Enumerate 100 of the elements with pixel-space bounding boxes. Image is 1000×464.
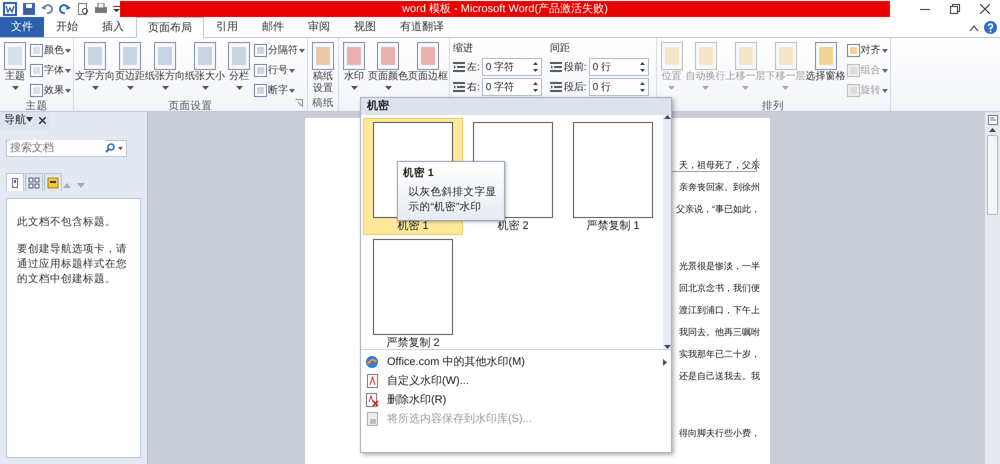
ribbon-button[interactable]: 对齐 <box>846 41 889 60</box>
caret-icon[interactable] <box>118 146 123 150</box>
pane-tab[interactable] <box>6 173 24 191</box>
ribbon-button[interactable]: 页边距 <box>115 41 145 100</box>
ribbon-button[interactable]: 行号 <box>253 61 306 80</box>
page-icon <box>151 41 179 71</box>
small-tool-icon <box>254 44 267 57</box>
ribbon-tab[interactable]: 开始 <box>44 17 90 37</box>
spinner-arrows-icon <box>640 81 645 93</box>
up-arrow-icon[interactable] <box>989 128 996 132</box>
ribbon-tab[interactable]: 引用 <box>204 17 250 37</box>
print-preview-icon[interactable] <box>77 3 89 15</box>
search-field[interactable]: 搜索文档 <box>6 140 127 156</box>
page-icon <box>9 176 21 188</box>
grid-icon <box>28 176 40 188</box>
page-icon <box>414 41 442 71</box>
document-icon <box>365 412 379 426</box>
pane-tab[interactable] <box>44 173 62 191</box>
small-tool-icon <box>846 44 860 57</box>
small-tool-icon <box>30 84 43 97</box>
close-icon[interactable] <box>38 117 46 124</box>
field-label: 段后: <box>564 80 587 94</box>
ribbon-button[interactable]: 纸张大小 <box>185 41 225 100</box>
group-label: 排列 <box>762 99 784 114</box>
ribbon-button[interactable]: 分隔符 <box>253 41 306 60</box>
pane-tab[interactable] <box>25 173 43 191</box>
ribbon-tab[interactable]: 邮件 <box>250 17 296 37</box>
document-icon <box>365 374 379 388</box>
down-arrow-icon[interactable] <box>664 345 670 349</box>
delete-document-icon <box>365 393 379 408</box>
spinner-field[interactable]: 0 字符 <box>482 78 542 96</box>
ribbon-button[interactable]: 文字方向 <box>75 41 115 100</box>
menu-item[interactable]: Office.com 中的其他水印(M) <box>361 352 671 372</box>
text-line: 渡江到浦口，下午上 <box>679 304 760 317</box>
ribbon-button[interactable]: 颜色 <box>29 41 72 60</box>
save-icon[interactable] <box>23 3 35 15</box>
redo-icon[interactable] <box>59 3 71 15</box>
group-label: 稿纸 <box>312 96 334 112</box>
spinner-field[interactable]: 0 字符 <box>482 58 542 76</box>
scrollbar[interactable] <box>985 112 1000 464</box>
spacing-icon <box>550 81 562 93</box>
globe-icon <box>365 355 379 370</box>
group-label: 页面设置 <box>168 99 212 114</box>
text-line: 我同去。他再三嘱咐 <box>679 326 760 339</box>
caret-icon[interactable] <box>26 117 33 122</box>
word-logo-icon[interactable] <box>3 2 17 16</box>
page-icon <box>374 41 402 71</box>
small-tool-icon <box>254 64 267 77</box>
ribbon-tab[interactable]: 有道翻译 <box>388 17 456 37</box>
close-icon[interactable] <box>980 4 990 14</box>
scroll-thumb[interactable] <box>987 135 998 215</box>
small-tool-icon <box>254 84 267 97</box>
minimize-ribbon-icon[interactable] <box>968 24 979 32</box>
ribbon-button[interactable]: 主题 <box>1 41 29 100</box>
search-icon[interactable] <box>105 143 115 153</box>
small-tool-icon <box>30 44 43 57</box>
ribbon-tab[interactable]: 视图 <box>342 17 388 37</box>
ribbon-tab[interactable]: 页面布局 <box>136 17 204 38</box>
customize-caret-icon[interactable] <box>113 4 120 14</box>
spinner-field[interactable]: 0 行 <box>588 78 649 96</box>
ribbon-button[interactable]: 纸张方向 <box>145 41 185 100</box>
category-header: 机密 <box>361 98 671 115</box>
spinner-arrows-icon <box>640 61 645 73</box>
undo-icon[interactable] <box>41 3 53 15</box>
ribbon-button[interactable]: 页面颜色 <box>368 41 408 97</box>
text-line: 光景很是惨淡，一半 <box>679 260 760 273</box>
ribbon-button[interactable]: 效果 <box>29 81 72 100</box>
small-tool-icon <box>846 84 860 97</box>
text-line: 亲奔丧回家。到徐州 <box>679 181 760 194</box>
ribbon-button[interactable]: 断字 <box>253 81 306 100</box>
page-icon <box>309 41 337 71</box>
ribbon-button[interactable]: 稿纸设置 <box>309 41 337 97</box>
ribbon-button[interactable]: 选择窗格 <box>806 41 846 100</box>
text-line: 父亲说，“事已如此， <box>676 203 760 216</box>
restore-icon[interactable] <box>950 4 960 14</box>
menu-item[interactable]: 删除水印(R) <box>361 390 671 410</box>
ribbon-button[interactable]: 水印 <box>340 41 368 97</box>
gallery-scrollbar[interactable] <box>663 115 671 349</box>
info-text: 要创建导航选项卡，请通过应用标题样式在您的文档中创建标题。 <box>17 242 128 286</box>
ribbon-tab[interactable]: 插入 <box>90 17 136 37</box>
window-title: word 模板 - Microsoft Word(产品激活失败) <box>120 1 890 17</box>
page-icon <box>225 41 253 71</box>
up-arrow-icon[interactable] <box>664 115 670 119</box>
ribbon-button[interactable]: 分栏 <box>225 41 253 100</box>
ribbon-tab[interactable]: 审阅 <box>296 17 342 37</box>
text-line: 实我那年已二十岁， <box>679 348 760 361</box>
pane-title: 导航 <box>4 112 26 128</box>
ribbon-button[interactable]: 字体 <box>29 61 72 80</box>
ruler-icon[interactable] <box>988 115 998 125</box>
printer-icon[interactable] <box>95 3 107 15</box>
page-icon <box>1 41 29 71</box>
ribbon-button[interactable]: 页面边框 <box>408 41 448 97</box>
page-icon <box>81 41 109 71</box>
small-tool-icon <box>30 64 43 77</box>
help-icon[interactable] <box>984 21 998 34</box>
text-line: 还是自己送我去。我 <box>679 370 760 383</box>
spinner-field[interactable]: 0 行 <box>588 58 649 76</box>
ribbon-tab[interactable]: 文件 <box>0 17 44 37</box>
dialog-launcher-icon[interactable] <box>295 99 303 107</box>
menu-item[interactable]: 自定义水印(W)... <box>361 372 671 391</box>
